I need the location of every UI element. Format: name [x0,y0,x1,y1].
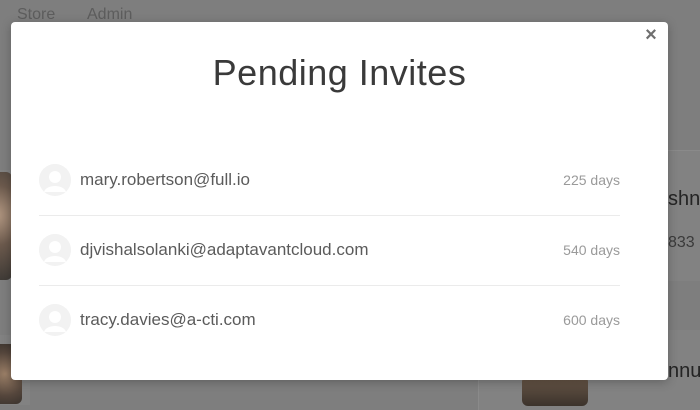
modal-title: Pending Invites [212,52,467,93]
invite-email: mary.robertson@full.io [80,170,250,189]
member-photo [522,376,588,406]
member-name: shna [668,188,700,210]
invite-list: mary.robertson@full.io 225 days djvishal… [39,146,620,355]
invite-age: 225 days [563,172,620,188]
pending-invites-modal: × Pending Invites mary.robertson@full.io… [11,22,668,380]
member-phone: 833 [668,234,695,251]
invite-email: tracy.davies@a-cti.com [80,310,256,329]
user-avatar-icon [39,234,71,266]
member-card [668,150,700,281]
invite-row: tracy.davies@a-cti.com 600 days [39,286,620,355]
invite-email: djvishalsolanki@adaptavantcloud.com [80,240,369,259]
top-nav: Store Admin [0,0,700,23]
member-name: nnu [668,360,700,382]
invite-row: mary.robertson@full.io 225 days [39,146,620,216]
close-icon[interactable]: × [642,24,660,46]
user-avatar-icon [39,164,71,196]
invite-age: 540 days [563,242,620,258]
invite-row: djvishalsolanki@adaptavantcloud.com 540 … [39,216,620,286]
invite-age: 600 days [563,312,620,328]
user-avatar-icon [39,304,71,336]
